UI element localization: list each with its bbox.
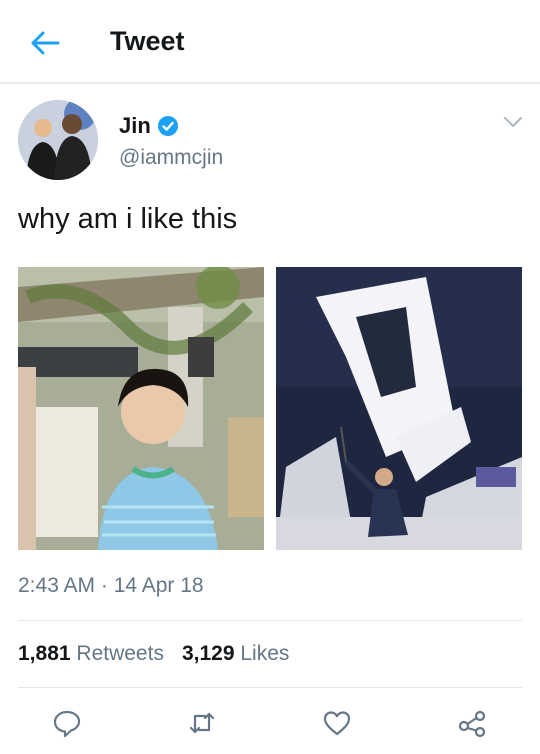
avatar[interactable] [18, 100, 98, 180]
likes-label: Likes [240, 642, 290, 665]
back-arrow-icon[interactable] [28, 26, 62, 60]
tweet-photo-2[interactable] [276, 267, 522, 550]
retweets-count: 1,881 [18, 642, 71, 665]
share-icon[interactable] [457, 708, 487, 738]
retweets-stat[interactable]: 1,881 Retweets [18, 642, 164, 666]
author-handle[interactable]: @iammcjin [119, 146, 223, 170]
author-name-row[interactable]: Jin [119, 113, 179, 139]
tweet-stats: 1,881 Retweets 3,129 Likes [18, 642, 289, 666]
tweet-photo-1[interactable] [18, 267, 264, 550]
top-bar: Tweet [0, 0, 540, 84]
divider [18, 687, 522, 688]
tweet-timestamp[interactable]: 2:43 AM · 14 Apr 18 [18, 574, 204, 598]
like-icon[interactable] [322, 708, 352, 738]
action-bar [0, 700, 540, 748]
divider [18, 620, 522, 621]
author-name[interactable]: Jin [119, 113, 151, 139]
reply-icon[interactable] [52, 708, 82, 738]
tweet-text: why am i like this [18, 203, 238, 235]
page-title: Tweet [110, 26, 185, 56]
retweets-label: Retweets [76, 642, 164, 665]
verified-badge-icon [157, 116, 178, 136]
chevron-down-icon[interactable] [502, 114, 524, 130]
likes-stat[interactable]: 3,129 Likes [182, 642, 289, 666]
retweet-icon[interactable] [187, 708, 217, 738]
likes-count: 3,129 [181, 642, 235, 665]
